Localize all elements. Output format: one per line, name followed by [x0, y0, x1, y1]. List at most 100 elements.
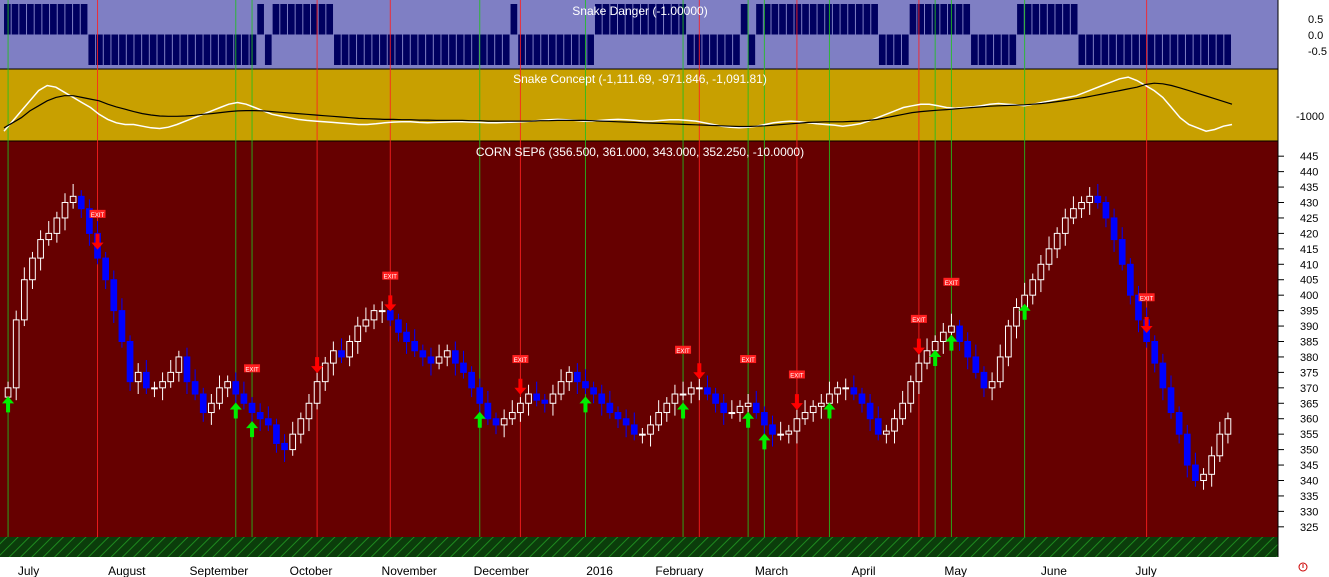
candle-body	[134, 371, 142, 383]
candle-body	[403, 331, 410, 342]
concept-title: Snake Concept (-1,111.69, -971.846, -1,0…	[513, 72, 767, 86]
danger-bar	[878, 34, 886, 65]
exit-label: EXIT	[91, 213, 105, 219]
candle-body	[939, 331, 947, 342]
danger-bar	[541, 34, 548, 65]
candle-body	[240, 393, 248, 404]
candle-body	[891, 418, 898, 432]
danger-bar	[994, 34, 1001, 65]
danger-bar	[978, 34, 986, 65]
danger-bar	[1216, 34, 1224, 65]
month-label: December	[474, 564, 529, 577]
y-tick-label: 410	[1300, 259, 1318, 271]
candle-body	[1151, 341, 1159, 364]
danger-bar	[334, 34, 341, 65]
danger-bar	[748, 34, 756, 65]
candle-body	[655, 412, 663, 426]
candle-body	[606, 402, 614, 414]
danger-bar	[533, 34, 541, 65]
candle-body	[191, 381, 199, 395]
candle-body	[208, 402, 215, 414]
candle-body	[484, 402, 492, 420]
danger-bar	[986, 34, 994, 65]
y-tick-label: 345	[1300, 460, 1318, 472]
candle-body	[1224, 418, 1232, 435]
candle-body	[996, 356, 1004, 383]
danger-bar	[27, 4, 34, 35]
candle-body	[948, 325, 955, 333]
candle-body	[1013, 307, 1020, 327]
danger-bar	[372, 34, 380, 65]
danger-bar	[188, 34, 195, 65]
candle-body	[964, 341, 972, 358]
danger-bar	[848, 4, 855, 35]
candle-body	[1070, 208, 1077, 219]
candle-body	[45, 232, 53, 241]
danger-bar	[1185, 34, 1193, 65]
chart-canvas: EXIT EXIT EXIT EXIT EXIT EXIT EXIT EXIT EXIT EXIT…	[0, 0, 1329, 577]
danger-bar	[441, 34, 449, 65]
month-label: November	[382, 564, 437, 577]
exit-label: EXIT	[1140, 296, 1154, 302]
danger-bar	[349, 34, 357, 65]
danger-bar	[1208, 34, 1216, 65]
danger-bar	[840, 4, 848, 35]
y-tick-label: 425	[1300, 213, 1318, 225]
danger-bar	[502, 34, 510, 65]
month-label: May	[944, 564, 967, 577]
candle-body	[1094, 195, 1102, 204]
candle-body	[443, 350, 451, 358]
candle-body	[492, 418, 500, 426]
candle-body	[1200, 473, 1207, 481]
candle-body	[582, 381, 589, 389]
danger-bar	[395, 34, 403, 65]
danger-bar	[971, 34, 978, 65]
candle-body	[281, 442, 288, 451]
candle-body	[988, 381, 996, 389]
month-label: July	[18, 564, 39, 577]
danger-bar	[264, 34, 272, 65]
month-label: July	[1135, 564, 1156, 577]
candle-body	[248, 402, 256, 414]
danger-bar	[1017, 4, 1024, 35]
danger-bar	[809, 4, 817, 35]
danger-bar	[1001, 34, 1009, 65]
danger-bar	[1101, 34, 1109, 65]
candle-body	[118, 310, 126, 343]
candle-body	[801, 412, 809, 420]
candle-body	[199, 393, 207, 414]
danger-bar	[326, 4, 334, 35]
candle-body	[1078, 202, 1085, 210]
candle-body	[159, 381, 166, 389]
y-tick-label: -0.5	[1308, 46, 1327, 58]
stock-chart: EXIT EXIT EXIT EXIT EXIT EXIT EXIT EXIT EXIT EXIT…	[0, 0, 1329, 577]
danger-bar	[940, 4, 948, 35]
candle-body	[419, 350, 427, 358]
danger-bar	[165, 34, 172, 65]
danger-bar	[249, 34, 257, 65]
danger-bar	[963, 4, 971, 35]
danger-bar	[195, 34, 203, 65]
candle-body	[110, 279, 118, 312]
exit-label: EXIT	[790, 373, 804, 379]
danger-bar	[894, 34, 901, 65]
danger-bar	[725, 34, 733, 65]
candle-body	[923, 350, 931, 364]
danger-bar	[1086, 34, 1093, 65]
candle-body	[53, 217, 61, 234]
danger-bar	[1132, 34, 1139, 65]
danger-bar	[126, 34, 134, 65]
danger-bar	[19, 4, 27, 35]
danger-bar	[65, 4, 73, 35]
y-tick-label: 390	[1300, 321, 1318, 333]
candle-body	[183, 356, 191, 383]
month-label: March	[755, 564, 788, 577]
danger-bar	[855, 4, 863, 35]
danger-bar	[303, 4, 310, 35]
danger-bar	[1109, 34, 1116, 65]
exit-label: EXIT	[912, 318, 926, 324]
y-tick-label: 350	[1300, 445, 1318, 457]
candle-body	[4, 387, 12, 398]
danger-bar	[280, 4, 287, 35]
danger-bar	[1162, 34, 1170, 65]
